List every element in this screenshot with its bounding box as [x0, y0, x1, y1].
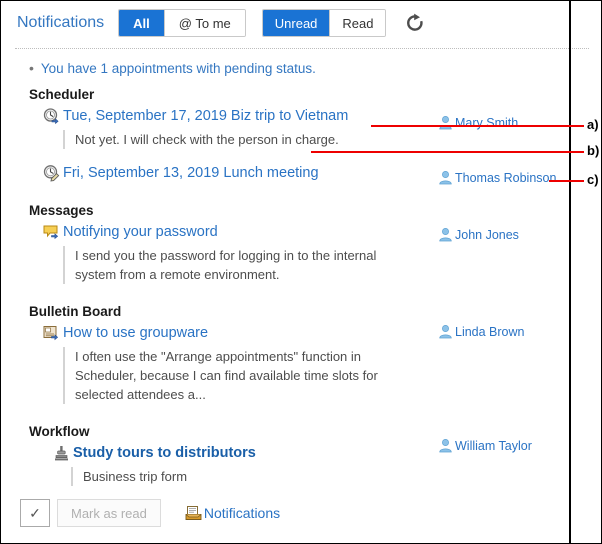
appointment-clock-arrow-icon [43, 108, 60, 125]
author-name: William Taylor [455, 438, 532, 453]
inbox-tray-icon [185, 505, 202, 522]
author-name: John Jones [455, 227, 519, 242]
user-avatar-icon [438, 115, 453, 130]
item-author[interactable]: Thomas Robinson [438, 170, 556, 185]
notifications-link[interactable]: Notifications [185, 505, 280, 522]
section-bulletin-board: Bulletin Board How to use groupware I of… [1, 304, 601, 404]
portlet-footer: ✓ Mark as read Notifications [1, 493, 601, 533]
item-author[interactable]: Mary Smith [438, 115, 518, 130]
scope-filter-group: All @ To me [118, 9, 246, 37]
section-title: Workflow [29, 424, 90, 439]
filter-tab-read[interactable]: Read [330, 10, 386, 36]
author-name: Thomas Robinson [455, 170, 557, 185]
annotation-label-b: b) [587, 143, 600, 158]
annotation-vertical-rule [569, 1, 571, 543]
item-title-link[interactable]: Fri, September 13, 2019 Lunch meeting [63, 163, 319, 183]
pending-status-notice[interactable]: • You have 1 appointments with pending s… [29, 61, 316, 76]
section-title: Messages [29, 203, 94, 218]
annotation-label-a: a) [587, 117, 599, 132]
item-body-text: I send you the password for logging in t… [63, 246, 405, 284]
filter-tab-all[interactable]: All [119, 10, 165, 36]
header-divider [15, 48, 589, 49]
notifications-portlet: Notifications All @ To me Unread Read • … [0, 0, 602, 544]
message-balloon-arrow-icon [43, 224, 60, 241]
item-author[interactable]: William Taylor [438, 438, 532, 453]
item-body-text: I often use the "Arrange appointments" f… [63, 347, 407, 404]
annotation-leader-b [311, 151, 584, 153]
section-title: Bulletin Board [29, 304, 122, 319]
checkmark-icon: ✓ [29, 504, 41, 521]
bulletin-note-arrow-icon [43, 325, 60, 342]
appointment-clock-pencil-icon [43, 165, 60, 182]
user-avatar-icon [438, 438, 453, 453]
portlet-header: Notifications All @ To me Unread Read [1, 1, 601, 45]
refresh-icon[interactable] [404, 12, 426, 34]
section-messages: Messages Notifying your password I send … [1, 203, 601, 284]
mark-as-read-button[interactable]: Mark as read [57, 499, 161, 527]
annotation-leader-c [549, 180, 584, 182]
item-author[interactable]: John Jones [438, 227, 519, 242]
user-avatar-icon [438, 324, 453, 339]
item-title-link[interactable]: Notifying your password [63, 222, 218, 242]
status-filter-group: Unread Read [261, 9, 387, 37]
author-name: Linda Brown [455, 324, 525, 339]
notice-text: You have 1 appointments with pending sta… [40, 61, 316, 76]
user-avatar-icon [438, 227, 453, 242]
select-all-checkbox-button[interactable]: ✓ [20, 499, 50, 527]
item-title-link[interactable]: Tue, September 17, 2019 Biz trip to Viet… [63, 106, 348, 126]
notifications-link-label: Notifications [203, 505, 281, 521]
item-title-link[interactable]: How to use groupware [63, 323, 208, 343]
item-body-text: Business trip form [71, 467, 423, 486]
page-title: Notifications [17, 14, 105, 31]
author-name: Mary Smith [455, 115, 519, 130]
item-title-link[interactable]: Study tours to distributors [73, 443, 256, 463]
workflow-stamp-icon [53, 445, 70, 462]
item-body-text: Not yet. I will check with the person in… [63, 130, 395, 149]
user-avatar-icon [438, 170, 453, 185]
bullet-icon: • [29, 60, 34, 76]
section-workflow: Workflow Study tours to distributors Bus… [1, 424, 601, 486]
filter-tab-unread[interactable]: Unread [262, 10, 331, 36]
item-author[interactable]: Linda Brown [438, 324, 525, 339]
annotation-leader-a [371, 125, 584, 127]
section-title: Scheduler [29, 87, 95, 102]
filter-tab-to-me[interactable]: @ To me [164, 10, 245, 36]
notification-list: Scheduler Tue, September 17, 2019 Biz tr… [1, 87, 601, 486]
annotation-label-c: c) [587, 172, 599, 187]
